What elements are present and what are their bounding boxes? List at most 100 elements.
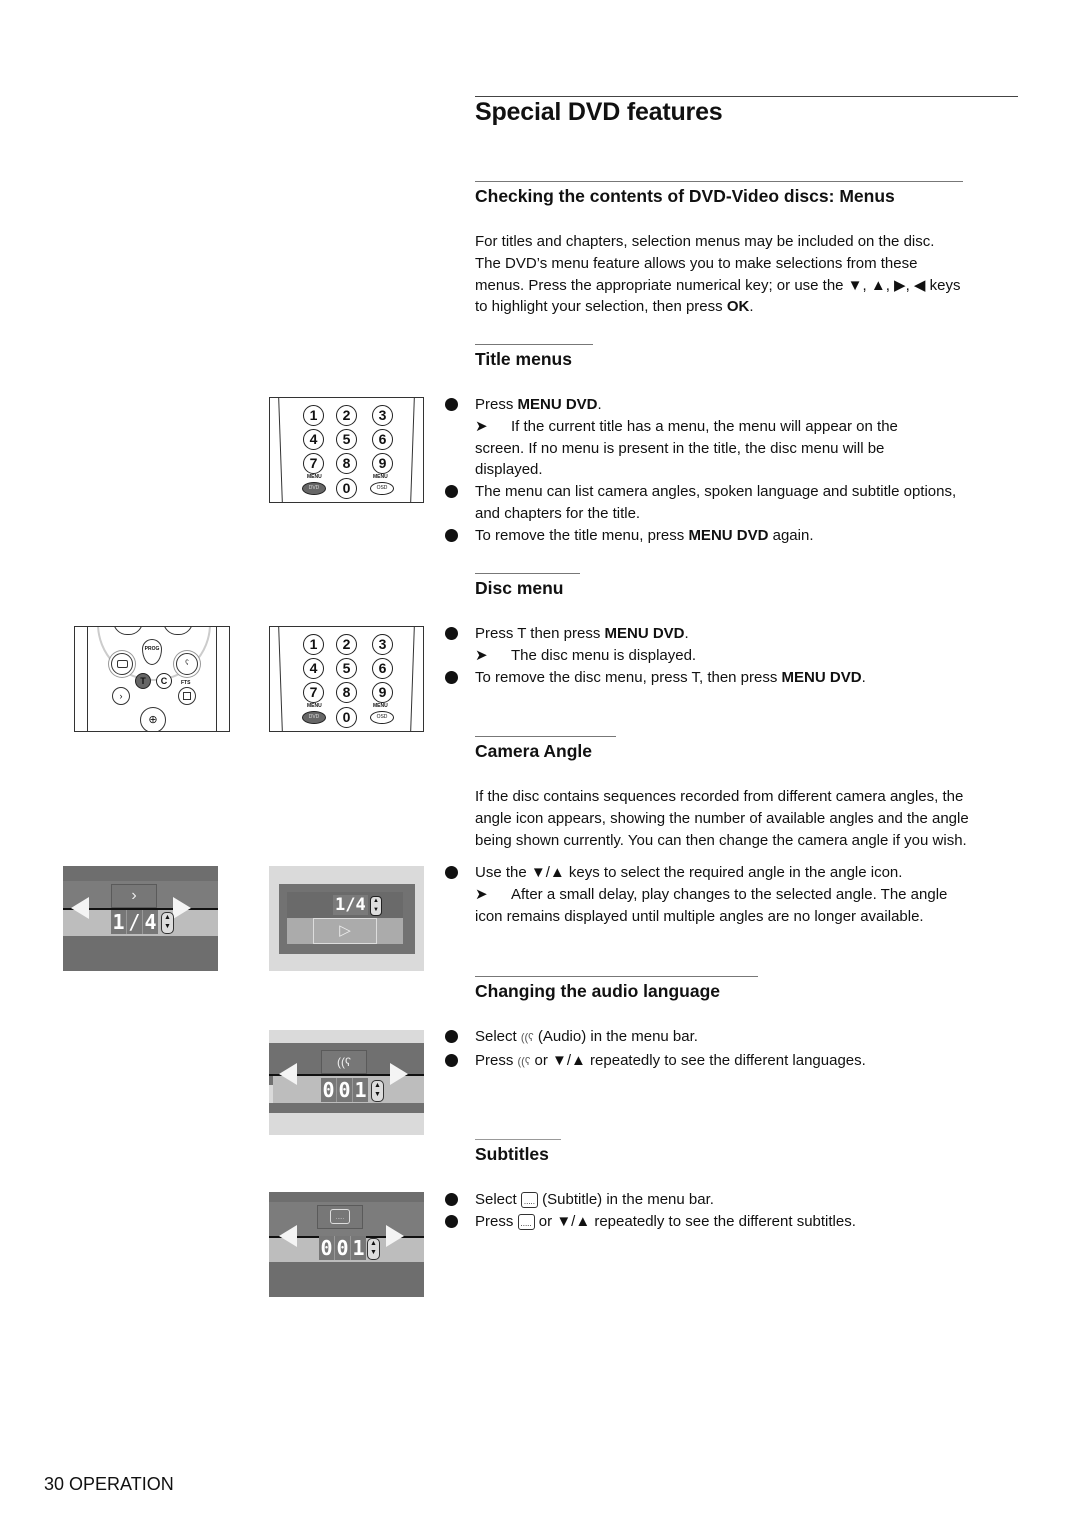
- subtitle-icon: .....: [517, 1213, 535, 1230]
- section-rule: [475, 976, 758, 977]
- angle-icon: ▷: [313, 918, 377, 944]
- subtitle-icon: .....: [330, 1209, 350, 1224]
- section-heading-disc-menu: Disc menu: [475, 578, 564, 598]
- text: .: [749, 298, 754, 316]
- key-4: 4: [303, 658, 324, 679]
- bullet-icon: [445, 528, 458, 542]
- section-heading-title-menus: Title menus: [475, 349, 572, 369]
- key-6: 6: [372, 658, 393, 679]
- fts-icon: [183, 692, 191, 700]
- bullet-icon: [445, 866, 458, 879]
- bullet-icon: [445, 1053, 458, 1067]
- text-line: Use the ▼/▲ keys to select the required …: [475, 864, 903, 881]
- key-2: 2: [336, 405, 357, 426]
- text: Press: [475, 396, 518, 413]
- remote-keypad-illustration: 1 2 3 4 5 6 7 8 9 MENU MENU DVD 0 OSD: [269, 626, 424, 732]
- text: or ▼/▲ repeatedly to see the different l…: [530, 1051, 866, 1069]
- audio-icon: ((ʕ: [520, 1032, 534, 1044]
- section-heading-menus: Checking the contents of DVD-Video discs…: [475, 186, 895, 206]
- text-line: icon remains displayed until multiple an…: [475, 907, 924, 925]
- menu-label: MENU: [373, 474, 388, 480]
- bold-text: MENU DVD: [781, 668, 862, 686]
- text: After a small delay, play changes to the…: [511, 885, 948, 903]
- left-arrow-icon: [279, 1225, 297, 1247]
- camera-angle-list: Use the ▼/▲ keys to select the required …: [445, 862, 947, 927]
- subtitle-osd-illustration: ..... 001 ▲ ▼: [269, 1192, 424, 1297]
- key-8: 8: [336, 682, 357, 703]
- text: Select: [475, 1028, 521, 1045]
- bold-text: MENU DVD: [604, 625, 685, 642]
- key-7: 7: [303, 682, 324, 703]
- text: (Audio) in the menu bar.: [533, 1028, 698, 1045]
- digit: 0: [321, 1078, 337, 1102]
- text-line: being shown currently. You can then chan…: [475, 831, 967, 849]
- section-rule: [475, 736, 616, 737]
- key-5: 5: [336, 658, 357, 679]
- menu-label: MENU: [307, 474, 322, 480]
- menu-label: MENU: [307, 703, 322, 709]
- key-3: 3: [372, 634, 393, 655]
- key-7: 7: [303, 453, 324, 474]
- audio-icon: ((ʕ: [321, 1050, 367, 1074]
- camera-angle-body: If the disc contains sequences recorded …: [475, 786, 969, 851]
- digit: 1: [352, 1236, 365, 1260]
- section-rule: [475, 181, 963, 182]
- list-item: Press T then press MENU DVD. ➤ The disc m…: [445, 623, 866, 667]
- text-line: displayed.: [475, 461, 543, 479]
- note-arrow-icon: ➤: [475, 417, 488, 435]
- zoom-button: ⊕: [140, 707, 166, 731]
- note-arrow-icon: ➤: [475, 646, 488, 664]
- key-1: 1: [303, 634, 324, 655]
- remote-edge: [278, 398, 283, 502]
- text-line: If the disc contains sequences recorded …: [475, 788, 964, 805]
- text: .: [861, 668, 866, 686]
- text: to highlight your selection, then press: [475, 298, 727, 316]
- bold-text: MENU DVD: [688, 526, 769, 544]
- key-9: 9: [372, 453, 393, 474]
- text: .: [684, 625, 689, 642]
- up-down-icon: ▲ ▼: [371, 1080, 384, 1102]
- text: .: [597, 396, 602, 413]
- osd-button: OSD: [370, 711, 394, 724]
- section-rule: [475, 1139, 561, 1140]
- digit: 0: [335, 1236, 351, 1260]
- section-rule: [475, 573, 580, 574]
- bullet-icon: [445, 627, 458, 640]
- subtitles-list: Select ..... (Subtitle) in the menu bar.…: [445, 1189, 856, 1233]
- subtitle-icon: [116, 660, 128, 668]
- list-item: Press ..... or ▼/▲ repeatedly to see the…: [445, 1211, 856, 1233]
- bullet-icon: [445, 1193, 458, 1206]
- c-button: C: [156, 673, 172, 689]
- left-arrow-icon: [279, 1063, 297, 1085]
- note-arrow-icon: ➤: [475, 885, 488, 903]
- digit: 0: [337, 1078, 353, 1102]
- bold-text: MENU DVD: [517, 396, 598, 413]
- text: If the current title has a menu, the men…: [511, 417, 898, 435]
- text: The disc menu is displayed.: [511, 646, 697, 664]
- text: Press T then press: [475, 625, 605, 642]
- remote-edge: [410, 627, 415, 731]
- osd-button: OSD: [370, 482, 394, 495]
- digit: 0: [319, 1236, 335, 1260]
- page-title: Special DVD features: [475, 98, 723, 126]
- key-1: 1: [303, 405, 324, 426]
- bullet-icon: [445, 485, 458, 499]
- section-heading-subtitles: Subtitles: [475, 1144, 549, 1164]
- up-down-icon: ▲ ▼: [370, 896, 382, 916]
- audio-button: ʕ: [176, 653, 198, 675]
- text: or ▼/▲ repeatedly to see the different s…: [534, 1212, 856, 1230]
- key-4: 4: [303, 429, 324, 450]
- key-2: 2: [336, 634, 357, 655]
- up-down-icon: ▲ ▼: [367, 1238, 380, 1260]
- list-item: Select ..... (Subtitle) in the menu bar.: [445, 1189, 856, 1211]
- text: (Subtitle) in the menu bar.: [537, 1191, 714, 1208]
- title-menus-list: Press MENU DVD. ➤ If the current title ha…: [445, 394, 956, 547]
- digit: 1: [354, 1078, 367, 1102]
- subtitle-value: 001: [319, 1236, 366, 1260]
- footer-section: OPERATION: [69, 1474, 174, 1494]
- text-line: The menu can list camera angles, spoken …: [475, 483, 957, 501]
- angle-separator: /: [127, 910, 143, 934]
- text-line: and chapters for the title.: [475, 504, 641, 522]
- fts-label: FTS: [181, 680, 191, 686]
- remote-edge: [278, 627, 283, 731]
